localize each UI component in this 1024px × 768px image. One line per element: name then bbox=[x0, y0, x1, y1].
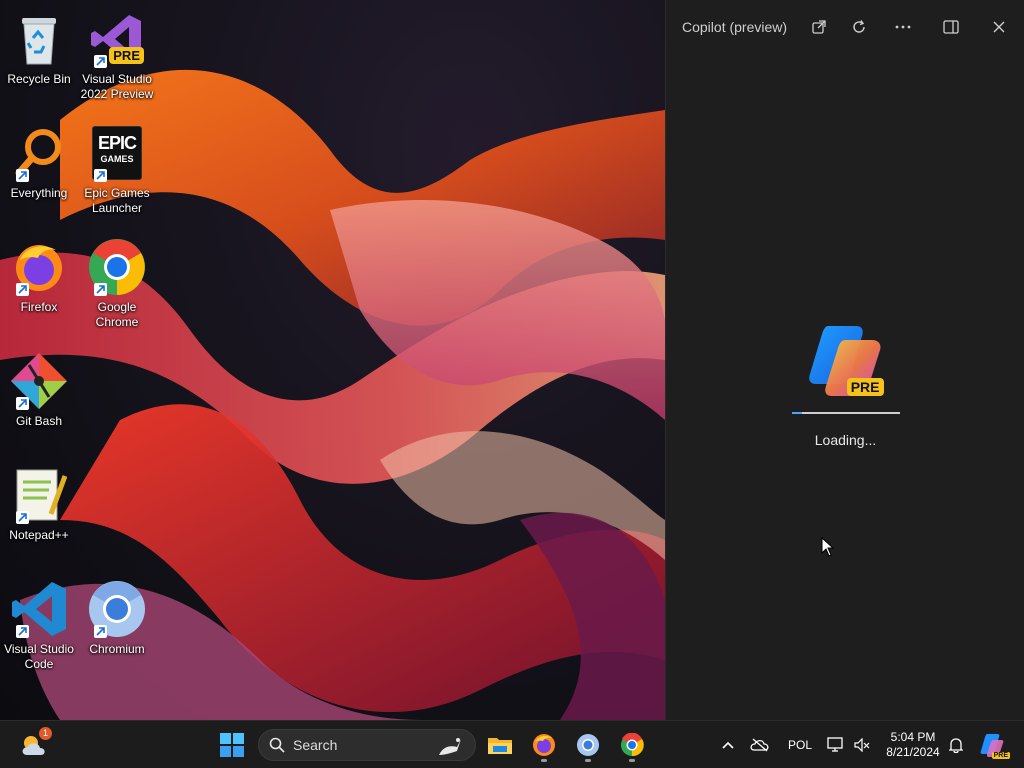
desktop-icon-git-bash[interactable]: Git Bash bbox=[0, 350, 78, 429]
bell-icon bbox=[949, 738, 963, 753]
volume-muted-icon bbox=[854, 738, 870, 752]
mouse-cursor-icon bbox=[821, 537, 835, 557]
magnifier-icon bbox=[8, 122, 70, 184]
copilot-header: Copilot (preview) bbox=[666, 0, 1024, 54]
taskbar-file-explorer[interactable] bbox=[482, 727, 518, 763]
desktop-icon-recycle-bin[interactable]: Recycle Bin bbox=[0, 8, 78, 87]
clock-time: 5:04 PM bbox=[890, 730, 936, 744]
desktop-icon-label: Epic Games Launcher bbox=[84, 186, 150, 215]
split-pane-icon bbox=[943, 20, 959, 34]
chromium-icon bbox=[577, 734, 599, 756]
desktop-icon-google-chrome[interactable]: Google Chrome bbox=[78, 236, 156, 330]
desktop-icon-visual-studio-2022-preview[interactable]: PRE Visual Studio 2022 Preview bbox=[78, 8, 156, 102]
shortcut-arrow-icon bbox=[16, 169, 29, 182]
refresh-button[interactable] bbox=[846, 14, 872, 40]
language-indicator[interactable]: POL bbox=[788, 738, 812, 752]
taskbar-search-box[interactable]: Search bbox=[258, 729, 476, 761]
search-icon bbox=[269, 737, 285, 753]
taskbar-google-chrome[interactable] bbox=[614, 727, 650, 763]
notifications-button[interactable] bbox=[944, 727, 968, 763]
more-options-button[interactable] bbox=[890, 14, 916, 40]
firefox-icon bbox=[8, 236, 70, 298]
shortcut-arrow-icon bbox=[16, 511, 29, 524]
desktop-icon-label: Chromium bbox=[89, 642, 145, 656]
copilot-title: Copilot (preview) bbox=[682, 19, 788, 35]
loading-text: Loading... bbox=[814, 432, 877, 448]
shortcut-arrow-icon bbox=[94, 169, 107, 182]
network-button[interactable] bbox=[824, 727, 848, 763]
pre-badge: PRE bbox=[109, 47, 144, 64]
open-external-icon bbox=[812, 20, 826, 34]
taskbar-firefox[interactable] bbox=[526, 727, 562, 763]
loading-progress-fill bbox=[791, 412, 803, 414]
desktop-icon-label: Firefox bbox=[20, 300, 58, 314]
shortcut-arrow-icon bbox=[94, 625, 107, 638]
notification-badge: 1 bbox=[39, 727, 52, 740]
shortcut-arrow-icon bbox=[16, 625, 29, 638]
search-label: Search bbox=[293, 737, 338, 753]
taskbar-chromium[interactable] bbox=[570, 727, 606, 763]
chevron-up-icon bbox=[722, 741, 734, 749]
pre-badge: PRE bbox=[846, 378, 884, 396]
recycle-bin-icon bbox=[8, 8, 70, 70]
epic-games-icon: EPIC GAMES bbox=[86, 122, 148, 184]
split-pane-button[interactable] bbox=[938, 14, 964, 40]
epic-logo-text: EPIC bbox=[97, 133, 137, 153]
shortcut-arrow-icon bbox=[94, 55, 107, 68]
notepad-plus-plus-icon bbox=[8, 464, 70, 526]
desktop-icon-label: Git Bash bbox=[15, 414, 63, 428]
desktop-icon-label: Visual Studio Code bbox=[4, 642, 74, 671]
desktop-icon-label: Everything bbox=[10, 186, 68, 200]
chrome-icon bbox=[86, 236, 148, 298]
copilot-loader: PRE Loading... bbox=[666, 320, 1024, 448]
widgets-button[interactable]: 1 bbox=[16, 727, 52, 763]
desktop-icon-chromium[interactable]: Chromium bbox=[78, 578, 156, 657]
desktop: Recycle Bin PRE Visual Studio 2022 Previ… bbox=[0, 0, 665, 720]
desktop-icon-label: Visual Studio 2022 Preview bbox=[80, 72, 154, 101]
visual-studio-icon: PRE bbox=[86, 8, 148, 70]
clock[interactable]: 5:04 PM 8/21/2024 bbox=[880, 730, 946, 760]
onedrive-offline-icon bbox=[750, 738, 769, 752]
windows-start-icon bbox=[220, 733, 244, 757]
desktop-icon-notepad-plus-plus[interactable]: Notepad++ bbox=[0, 464, 78, 543]
shortcut-arrow-icon bbox=[16, 283, 29, 296]
desktop-icon-epic-games-launcher[interactable]: EPIC GAMES Epic Games Launcher bbox=[78, 122, 156, 216]
loading-progress-bar bbox=[791, 412, 900, 414]
pre-badge: PRE bbox=[991, 752, 1010, 759]
firefox-icon bbox=[533, 734, 555, 756]
desktop-icon-label: Google Chrome bbox=[95, 300, 139, 329]
volume-button[interactable] bbox=[850, 727, 874, 763]
desktop-icon-label: Notepad++ bbox=[9, 528, 69, 542]
refresh-icon bbox=[853, 20, 865, 33]
copilot-panel: Copilot (preview) PRE Loading... bbox=[665, 0, 1024, 720]
epic-logo-subtext: GAMES bbox=[100, 154, 134, 164]
chrome-icon bbox=[621, 733, 644, 757]
start-button[interactable] bbox=[214, 727, 250, 763]
desktop-icon-visual-studio-code[interactable]: Visual Studio Code bbox=[0, 578, 78, 672]
close-button[interactable] bbox=[986, 14, 1012, 40]
network-icon bbox=[827, 737, 843, 752]
clock-date: 8/21/2024 bbox=[886, 745, 940, 759]
taskbar: 1 Search POL 5:04 PM 8/21/2024 PRE bbox=[0, 720, 1024, 768]
file-explorer-icon bbox=[488, 738, 512, 754]
git-bash-icon bbox=[8, 350, 70, 412]
search-highlight-bird-icon bbox=[439, 738, 461, 755]
onedrive-button[interactable] bbox=[744, 727, 776, 763]
copilot-logo-icon: PRE bbox=[806, 320, 886, 400]
desktop-icon-everything[interactable]: Everything bbox=[0, 122, 78, 201]
desktop-icon-label: Recycle Bin bbox=[7, 72, 71, 86]
taskbar-copilot-button[interactable]: PRE bbox=[974, 727, 1010, 763]
more-icon bbox=[895, 25, 911, 29]
vscode-icon bbox=[8, 578, 70, 640]
close-icon bbox=[993, 21, 1005, 33]
show-hidden-icons-button[interactable] bbox=[712, 727, 744, 763]
chromium-icon bbox=[86, 578, 148, 640]
shortcut-arrow-icon bbox=[16, 397, 29, 410]
open-external-button[interactable] bbox=[806, 14, 832, 40]
desktop-icon-firefox[interactable]: Firefox bbox=[0, 236, 78, 315]
shortcut-arrow-icon bbox=[94, 283, 107, 296]
